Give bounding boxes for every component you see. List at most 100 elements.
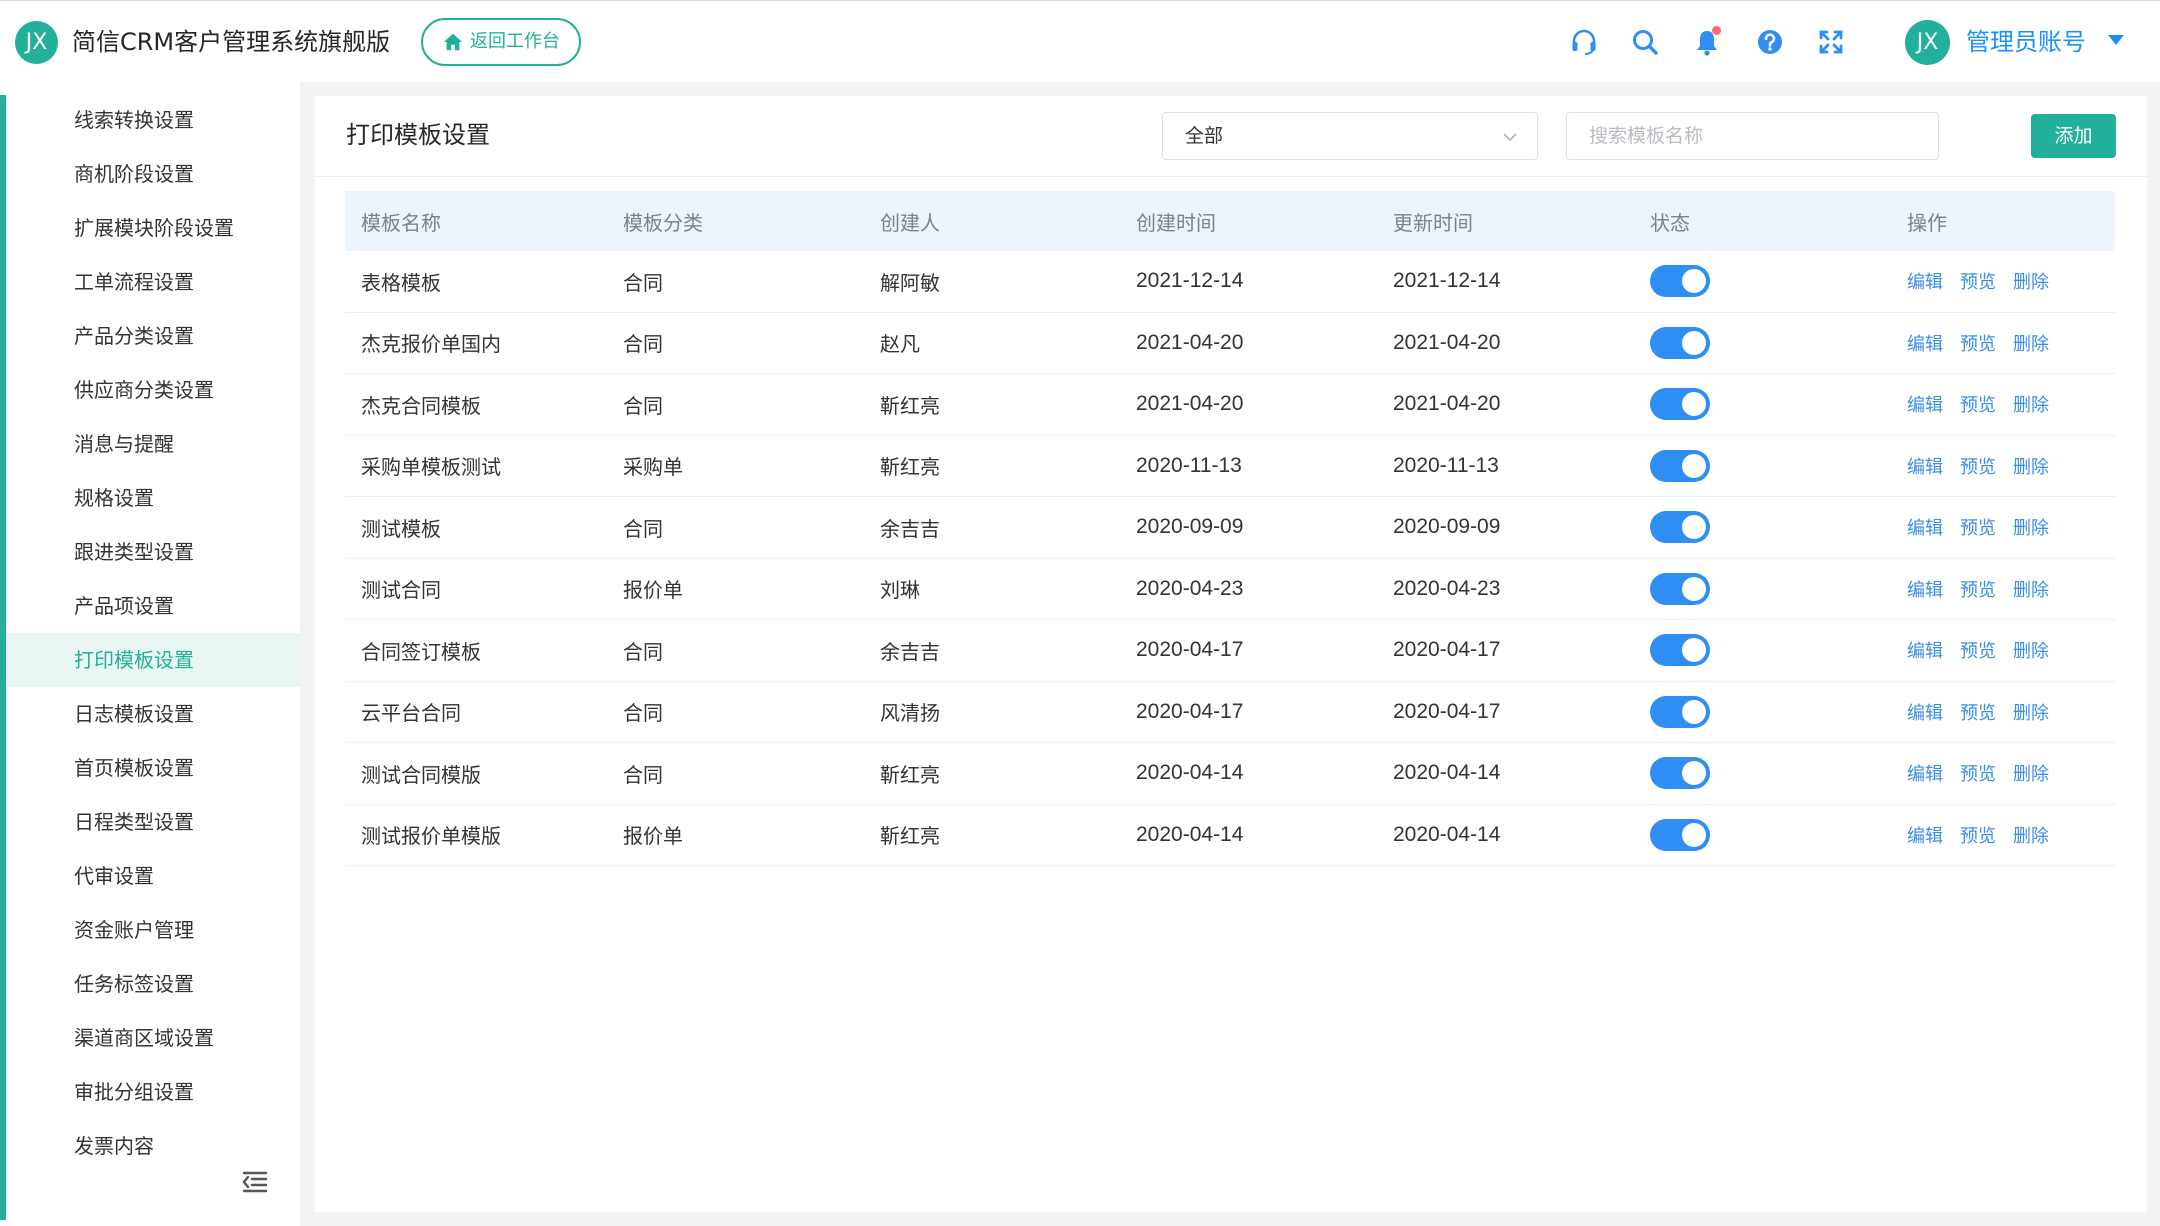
search-icon[interactable] xyxy=(1628,25,1662,59)
cell-actions: 编辑 预览 删除 xyxy=(1907,251,2066,312)
preview-link[interactable]: 预览 xyxy=(1960,453,1996,479)
preview-link[interactable]: 预览 xyxy=(1960,822,1996,848)
edit-link[interactable]: 编辑 xyxy=(1907,514,1943,540)
edit-link[interactable]: 编辑 xyxy=(1907,268,1943,294)
cell-updated-date: 2020-11-13 xyxy=(1393,453,1499,477)
sidebar-item[interactable]: 任务标签设置 xyxy=(0,957,300,1011)
delete-link[interactable]: 删除 xyxy=(2013,576,2049,602)
table-header-row: 模板名称 模板分类 创建人 创建时间 更新时间 状态 操作 xyxy=(345,191,2115,251)
edit-link[interactable]: 编辑 xyxy=(1907,760,1943,786)
preview-link[interactable]: 预览 xyxy=(1960,760,1996,786)
preview-link[interactable]: 预览 xyxy=(1960,576,1996,602)
sidebar-item[interactable]: 规格设置 xyxy=(0,471,300,525)
cell-template-category: 合同 xyxy=(623,332,663,357)
status-toggle[interactable] xyxy=(1650,511,1710,544)
bell-icon[interactable] xyxy=(1690,25,1724,59)
edit-link[interactable]: 编辑 xyxy=(1907,453,1943,479)
add-template-button[interactable]: 添加 xyxy=(2031,114,2116,158)
headset-icon[interactable] xyxy=(1567,25,1601,59)
status-toggle[interactable] xyxy=(1650,388,1710,421)
status-toggle[interactable] xyxy=(1650,818,1710,851)
delete-link[interactable]: 删除 xyxy=(2013,514,2049,540)
delete-link[interactable]: 删除 xyxy=(2013,822,2049,848)
avatar[interactable]: JX xyxy=(1905,20,1950,65)
edit-link[interactable]: 编辑 xyxy=(1907,576,1943,602)
sidebar-item[interactable]: 代审设置 xyxy=(0,849,300,903)
sidebar-item[interactable]: 渠道商区域设置 xyxy=(0,1011,300,1065)
sidebar-item[interactable]: 首页模板设置 xyxy=(0,741,300,795)
back-to-workbench-button[interactable]: 返回工作台 xyxy=(421,18,581,66)
sidebar-item[interactable]: 打印模板设置 xyxy=(6,633,300,687)
status-toggle[interactable] xyxy=(1650,326,1710,359)
table-row: 云平台合同 合同 风清扬 2020-04-17 2020-04-17 编辑 预览 删除 xyxy=(345,682,2115,743)
status-toggle[interactable] xyxy=(1650,757,1710,790)
delete-link[interactable]: 删除 xyxy=(2013,268,2049,294)
sidebar-menu: 线索转换设置 商机阶段设置 扩展模块阶段设置 工单流程设置 产品分类设置 供应商分类设置消… xyxy=(0,93,300,1207)
collapse-menu-icon[interactable] xyxy=(240,1167,270,1197)
cell-created-date: 2020-04-14 xyxy=(1136,822,1244,846)
caret-down-icon[interactable] xyxy=(2108,35,2124,45)
status-toggle[interactable] xyxy=(1650,572,1710,605)
category-filter-select[interactable]: 全部 xyxy=(1162,112,1538,160)
preview-link[interactable]: 预览 xyxy=(1960,330,1996,356)
sidebar-item[interactable]: 产品项设置 xyxy=(0,579,300,633)
preview-link[interactable]: 预览 xyxy=(1960,514,1996,540)
sidebar-item[interactable]: 资金账户管理 xyxy=(0,903,300,957)
edit-link[interactable]: 编辑 xyxy=(1907,330,1943,356)
sidebar-item[interactable]: 扩展模块阶段设置 xyxy=(0,201,300,255)
delete-link[interactable]: 删除 xyxy=(2013,330,2049,356)
cell-template-name: 测试合同 xyxy=(361,578,441,603)
cell-creator: 风清扬 xyxy=(880,701,940,726)
status-toggle[interactable] xyxy=(1650,265,1710,298)
top-header: JX 简信CRM客户管理系统旗舰版 返回工作台 JX 管理员账号 xyxy=(0,0,2160,82)
cell-actions: 编辑 预览 删除 xyxy=(1907,620,2066,681)
sidebar-item[interactable]: 审批分组设置 xyxy=(0,1065,300,1119)
edit-link[interactable]: 编辑 xyxy=(1907,822,1943,848)
cell-creator: 靳红亮 xyxy=(880,393,940,418)
cell-template-name: 采购单模板测试 xyxy=(361,455,501,480)
sidebar-item[interactable]: 供应商分类设置 xyxy=(0,363,300,417)
delete-link[interactable]: 删除 xyxy=(2013,637,2049,663)
sidebar-item[interactable]: 商机阶段设置 xyxy=(0,147,300,201)
status-toggle[interactable] xyxy=(1650,449,1710,482)
cell-creator: 余吉吉 xyxy=(880,639,940,664)
delete-link[interactable]: 删除 xyxy=(2013,699,2049,725)
template-search-input[interactable] xyxy=(1566,112,1939,160)
edit-link[interactable]: 编辑 xyxy=(1907,699,1943,725)
cell-creator: 余吉吉 xyxy=(880,516,940,541)
sidebar-item[interactable]: 跟进类型设置 xyxy=(0,525,300,579)
sidebar-item[interactable]: 产品分类设置 xyxy=(0,309,300,363)
preview-link[interactable]: 预览 xyxy=(1960,699,1996,725)
notification-dot xyxy=(1712,26,1721,35)
status-toggle[interactable] xyxy=(1650,634,1710,667)
sidebar-item[interactable]: 日志模板设置 xyxy=(0,687,300,741)
status-toggle[interactable] xyxy=(1650,695,1710,728)
cell-updated-date: 2020-04-14 xyxy=(1393,761,1501,785)
column-header-status: 状态 xyxy=(1650,210,1690,235)
cell-actions: 编辑 预览 删除 xyxy=(1907,313,2066,374)
cell-creator: 赵凡 xyxy=(880,332,920,357)
delete-link[interactable]: 删除 xyxy=(2013,760,2049,786)
sidebar-item[interactable]: 日程类型设置 xyxy=(0,795,300,849)
fullscreen-icon[interactable] xyxy=(1814,25,1848,59)
preview-link[interactable]: 预览 xyxy=(1960,268,1996,294)
delete-link[interactable]: 删除 xyxy=(2013,453,2049,479)
cell-template-name: 测试合同模版 xyxy=(361,762,481,787)
sidebar-item[interactable]: 工单流程设置 xyxy=(0,255,300,309)
edit-link[interactable]: 编辑 xyxy=(1907,391,1943,417)
sidebar-item[interactable]: 线索转换设置 xyxy=(0,93,300,147)
help-icon[interactable] xyxy=(1753,25,1787,59)
sidebar-item[interactable]: 发票内容 xyxy=(0,1119,300,1173)
account-name[interactable]: 管理员账号 xyxy=(1966,25,2086,59)
delete-link[interactable]: 删除 xyxy=(2013,391,2049,417)
edit-link[interactable]: 编辑 xyxy=(1907,637,1943,663)
preview-link[interactable]: 预览 xyxy=(1960,391,1996,417)
sidebar-item[interactable]: 消息与提醒 xyxy=(0,417,300,471)
cell-actions: 编辑 预览 删除 xyxy=(1907,682,2066,743)
cell-created-date: 2020-04-17 xyxy=(1136,699,1244,723)
cell-actions: 编辑 预览 删除 xyxy=(1907,374,2066,435)
preview-link[interactable]: 预览 xyxy=(1960,637,1996,663)
cell-updated-date: 2021-12-14 xyxy=(1393,269,1501,293)
cell-template-category: 报价单 xyxy=(623,578,683,603)
cell-creator: 靳红亮 xyxy=(880,824,940,849)
